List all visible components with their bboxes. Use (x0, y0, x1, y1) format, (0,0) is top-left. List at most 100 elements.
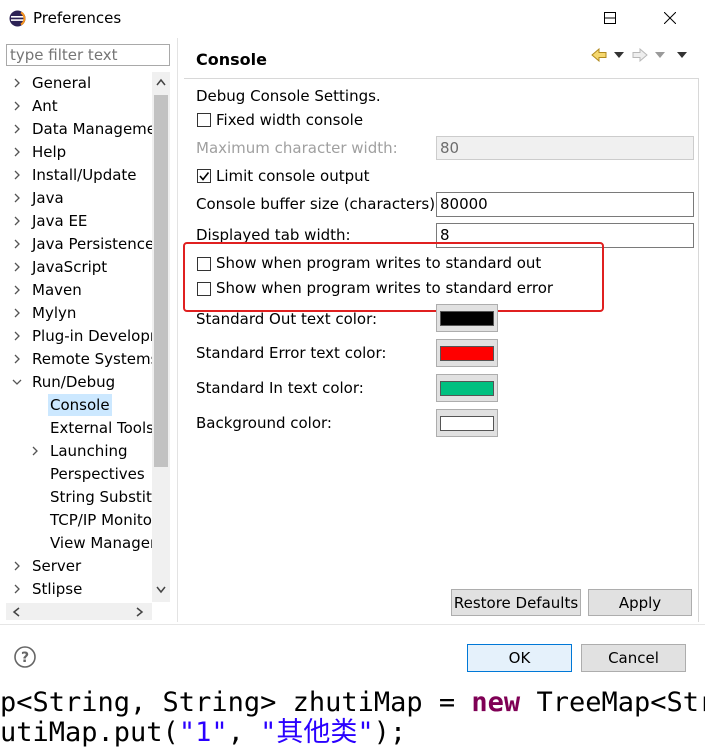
tree-item-label: Help (32, 143, 67, 161)
tree-horizontal-scrollbar[interactable] (6, 603, 152, 620)
tree-item-label: Stlipse (32, 580, 83, 598)
tree-item-label: Mylyn (32, 304, 77, 322)
apply-button[interactable]: Apply (588, 589, 692, 616)
preference-tree: General Ant Data Management Help Install/Upd… (6, 72, 152, 602)
back-arrow-icon[interactable] (591, 48, 607, 62)
chevron-right-icon[interactable] (10, 279, 24, 301)
code-line-1: p<String, String> zhutiMap = new TreeMap… (0, 688, 705, 718)
tree-item-tcp-ip-monitor[interactable]: TCP/IP Monitor (6, 509, 152, 531)
chevron-right-icon[interactable] (10, 348, 24, 370)
checkmark-icon (199, 172, 210, 181)
header-separator (184, 78, 698, 79)
chevron-right-icon[interactable] (10, 118, 24, 140)
tree-item-javascript[interactable]: JavaScript (6, 256, 152, 278)
tree-item-java-persistence[interactable]: Java Persistence (6, 233, 152, 255)
code-line-2: utiMap.put("1", "其他类"); (0, 717, 407, 748)
tree-item-label: TCP/IP Monitor (50, 511, 152, 529)
tree-item-stlipse[interactable]: Stlipse (6, 578, 152, 600)
filter-input[interactable] (6, 44, 170, 66)
scroll-up-icon[interactable] (156, 78, 166, 86)
tree-item-run-debug[interactable]: Run/Debug (6, 371, 152, 393)
buffer-size-label: Console buffer size (characters): (196, 195, 441, 213)
tree-item-label: Java Persistence (32, 235, 152, 253)
stderr-color-button[interactable] (436, 339, 498, 367)
tree-item-label: Launching (50, 442, 128, 460)
forward-menu-icon[interactable] (655, 52, 665, 58)
background-code-editor: p<String, String> zhutiMap = new TreeMap… (0, 688, 705, 750)
chevron-right-icon[interactable] (10, 95, 24, 117)
back-menu-icon[interactable] (614, 52, 624, 58)
chevron-right-icon[interactable] (10, 233, 24, 255)
background-color-label: Background color: (196, 414, 332, 432)
scroll-left-icon[interactable] (12, 607, 20, 617)
chevron-right-icon[interactable] (10, 325, 24, 347)
tree-item-string-substitution[interactable]: String Substitution (6, 486, 152, 508)
max-width-field[interactable]: 80 (436, 136, 694, 160)
show-err-checkbox[interactable] (197, 282, 211, 296)
fixed-width-label: Fixed width console (216, 111, 364, 129)
stdin-color-label: Standard In text color: (196, 379, 364, 397)
tree-item-server[interactable]: Server (6, 555, 152, 577)
tree-item-console[interactable]: Console (6, 394, 152, 416)
view-menu-icon[interactable] (677, 52, 687, 58)
chevron-right-icon[interactable] (10, 256, 24, 278)
limit-output-checkbox[interactable] (197, 169, 211, 183)
show-out-checkbox[interactable] (197, 257, 211, 271)
pane-divider[interactable] (177, 38, 178, 622)
help-icon[interactable]: ? (14, 646, 36, 668)
maximize-button[interactable] (585, 0, 635, 36)
tree-item-data-management[interactable]: Data Management (6, 118, 152, 140)
chevron-right-icon[interactable] (10, 141, 24, 163)
tree-item-label: Perspectives (50, 465, 145, 483)
stderr-color-swatch (440, 345, 494, 361)
tree-item-perspectives[interactable]: Perspectives (6, 463, 152, 485)
tree-item-external-tools[interactable]: External Tools (6, 417, 152, 439)
maximize-icon (604, 12, 616, 24)
tree-item-install-update[interactable]: Install/Update (6, 164, 152, 186)
tree-item-label: JavaScript (32, 258, 108, 276)
stdin-color-button[interactable] (436, 374, 498, 402)
page-title: Console (196, 50, 267, 69)
tree-scroll-thumb[interactable] (154, 95, 168, 467)
background-color-button[interactable] (436, 409, 498, 437)
tree-item-java-ee[interactable]: Java EE (6, 210, 152, 232)
tree-item-label: Console (48, 394, 112, 416)
tree-item-help[interactable]: Help (6, 141, 152, 163)
restore-defaults-button[interactable]: Restore Defaults (451, 589, 581, 616)
tree-item-maven[interactable]: Maven (6, 279, 152, 301)
highlight-box (183, 242, 604, 312)
tree-item-label: General (32, 74, 92, 92)
tree-item-label: Data Management (32, 120, 152, 138)
tree-item-label: Remote Systems (32, 350, 152, 368)
chevron-right-icon[interactable] (10, 164, 24, 186)
chevron-right-icon[interactable] (28, 440, 42, 462)
chevron-right-icon[interactable] (10, 72, 24, 94)
tree-item-remote-systems[interactable]: Remote Systems (6, 348, 152, 370)
scroll-down-icon[interactable] (156, 586, 166, 594)
ok-button[interactable]: OK (467, 644, 572, 672)
eclipse-app-icon (9, 10, 26, 27)
chevron-down-icon[interactable] (10, 371, 24, 393)
chevron-right-icon[interactable] (10, 210, 24, 232)
tree-item-label: Java EE (32, 212, 88, 230)
stdout-color-button[interactable] (436, 304, 498, 332)
chevron-right-icon[interactable] (10, 578, 24, 600)
tree-item-ant[interactable]: Ant (6, 95, 152, 117)
tree-item-java[interactable]: Java (6, 187, 152, 209)
forward-arrow-icon[interactable] (632, 48, 648, 62)
show-err-label: Show when program writes to standard err… (216, 279, 554, 297)
tree-item-plug-in-development[interactable]: Plug-in Development (6, 325, 152, 347)
scroll-right-icon[interactable] (136, 607, 144, 617)
close-button[interactable] (645, 0, 695, 36)
tree-item-mylyn[interactable]: Mylyn (6, 302, 152, 324)
tree-item-view-management[interactable]: View Management (6, 532, 152, 554)
tree-item-general[interactable]: General (6, 72, 152, 94)
buffer-size-field[interactable]: 80000 (436, 192, 694, 217)
cancel-button[interactable]: Cancel (581, 644, 686, 672)
chevron-right-icon[interactable] (10, 187, 24, 209)
chevron-right-icon[interactable] (10, 555, 24, 577)
tree-item-launching[interactable]: Launching (6, 440, 152, 462)
chevron-right-icon[interactable] (10, 302, 24, 324)
tree-item-label: View Management (50, 534, 152, 552)
fixed-width-checkbox[interactable] (197, 113, 211, 127)
